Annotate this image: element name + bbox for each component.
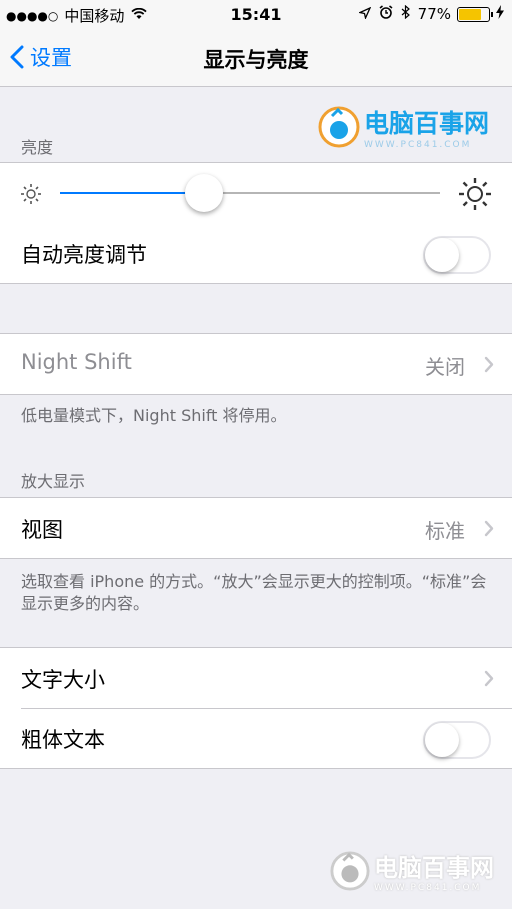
watermark-url: WWW.PC841.COM <box>364 140 472 150</box>
watermark-url: WWW.PC841.COM <box>374 883 482 893</box>
brightness-slider-fill <box>60 192 205 194</box>
night-shift-value: 关闭 <box>425 355 465 379</box>
brightness-slider-thumb[interactable] <box>185 174 224 212</box>
brightness-slider[interactable] <box>60 174 440 212</box>
watermark-logo-text: 电脑百事网 <box>374 854 494 882</box>
zoom-note: 选取查看 iPhone 的方式。“放大”会显示更大的控制项。“标准”会显示更多的… <box>21 572 487 613</box>
toggle-knob <box>425 723 459 757</box>
bold-text-toggle[interactable] <box>423 721 491 759</box>
brightness-section-label: 亮度 <box>21 138 54 157</box>
chevron-right-icon <box>484 520 494 537</box>
text-group: 文字大小 粗体文本 <box>0 647 512 769</box>
alarm-icon <box>379 5 393 23</box>
auto-brightness-label: 自动亮度调节 <box>21 243 147 267</box>
bold-text-label: 粗体文本 <box>21 728 105 752</box>
watermark-top: 电脑百事网 WWW.PC841.COM <box>318 104 489 150</box>
status-right: 77% <box>351 4 504 23</box>
chevron-right-icon <box>484 670 494 687</box>
sun-small-icon <box>21 184 41 204</box>
watermark-logo-icon <box>330 850 370 891</box>
night-shift-label: Night Shift <box>21 350 132 374</box>
status-bar: ●●●●○ 中国移动 15:41 77% <box>0 0 512 30</box>
battery-percent: 77% <box>417 5 451 23</box>
location-arrow-icon <box>357 5 371 23</box>
zoom-group: 视图 标准 <box>0 497 512 559</box>
battery-icon <box>457 6 493 22</box>
bold-text-row: 粗体文本 <box>0 708 512 768</box>
auto-brightness-toggle[interactable] <box>423 236 491 274</box>
toggle-knob <box>425 238 459 272</box>
night-shift-group: Night Shift 关闭 <box>0 333 512 395</box>
page-title: 显示与亮度 <box>203 48 309 72</box>
text-size-row[interactable]: 文字大小 <box>0 648 512 708</box>
watermark-logo-text: 电脑百事网 <box>364 109 490 138</box>
brightness-group: 自动亮度调节 <box>0 162 512 284</box>
zoom-section-label: 放大显示 <box>21 472 86 491</box>
navigation-bar: 设置 显示与亮度 <box>0 30 512 87</box>
brightness-slider-row <box>0 163 512 223</box>
chevron-right-icon <box>484 356 494 373</box>
view-row[interactable]: 视图 标准 <box>0 498 512 558</box>
watermark-logo-icon <box>318 106 360 148</box>
battery-fill <box>459 8 481 20</box>
charging-bolt-icon <box>496 5 504 23</box>
night-shift-row[interactable]: Night Shift 关闭 <box>0 334 512 394</box>
view-label: 视图 <box>21 518 63 542</box>
auto-brightness-row: 自动亮度调节 <box>0 223 512 283</box>
bluetooth-icon <box>401 4 410 23</box>
night-shift-note: 低电量模式下，Night Shift 将停用。 <box>21 406 287 425</box>
watermark-bottom: 电脑百事网 WWW.PC841.COM <box>330 848 494 893</box>
view-value: 标准 <box>425 519 465 543</box>
text-size-label: 文字大小 <box>21 668 105 692</box>
sun-large-icon <box>459 178 491 210</box>
